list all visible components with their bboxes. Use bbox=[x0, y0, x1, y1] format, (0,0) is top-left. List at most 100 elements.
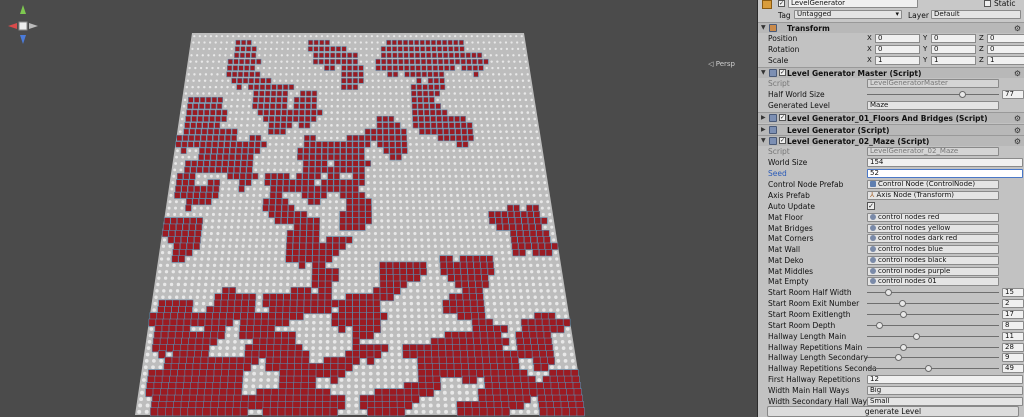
slider-thumb[interactable] bbox=[895, 354, 903, 362]
slider-value[interactable]: 8 bbox=[1002, 320, 1024, 330]
material-field[interactable]: control nodes dark red bbox=[867, 234, 999, 244]
transform-z-value[interactable]: 0 bbox=[987, 45, 1024, 54]
slider-thumb[interactable] bbox=[884, 289, 892, 296]
empty-node bbox=[478, 104, 481, 108]
material-field[interactable]: control nodes blue bbox=[867, 245, 999, 255]
transform-y-value[interactable]: 0 bbox=[931, 45, 976, 54]
static-checkbox[interactable] bbox=[984, 0, 991, 7]
slider-thumb[interactable] bbox=[924, 365, 932, 373]
empty-node bbox=[522, 123, 526, 127]
object-name-field[interactable]: LevelGenerator bbox=[788, 0, 918, 8]
empty-node bbox=[228, 238, 232, 242]
level-generator-header[interactable]: ▶ Level Generator (Script) ⚙ bbox=[758, 124, 1024, 135]
slider-value[interactable]: 2 bbox=[1002, 298, 1024, 308]
transform-z-field[interactable]: Z1 bbox=[979, 56, 1024, 65]
maze-floor-cell bbox=[506, 204, 514, 212]
gear-icon[interactable]: ⚙ bbox=[1014, 114, 1021, 123]
material-field[interactable]: control nodes black bbox=[867, 255, 999, 265]
persp-label[interactable]: ◁ Persp bbox=[708, 60, 735, 68]
empty-node bbox=[487, 130, 490, 134]
script-field[interactable]: LevelGeneratorMaster bbox=[867, 79, 999, 88]
slider-value[interactable]: 15 bbox=[1002, 288, 1024, 297]
transform-x-value[interactable]: 0 bbox=[875, 34, 920, 43]
slider-thumb[interactable] bbox=[900, 343, 908, 351]
layer-dropdown[interactable]: Default bbox=[931, 10, 1021, 19]
material-field[interactable]: control nodes purple bbox=[867, 266, 999, 276]
transform-y-value[interactable]: 1 bbox=[931, 56, 976, 65]
transform-x-field[interactable]: X1 bbox=[867, 56, 920, 65]
transform-x-field[interactable]: X0 bbox=[867, 34, 920, 43]
slider-thumb[interactable] bbox=[913, 332, 921, 340]
maze-floor-cell bbox=[397, 52, 404, 58]
transform-z-field[interactable]: Z0 bbox=[979, 34, 1024, 43]
material-field[interactable]: control nodes 01 bbox=[867, 277, 999, 287]
transform-y-field[interactable]: Y1 bbox=[923, 56, 976, 65]
slider-value[interactable]: 9 bbox=[1002, 353, 1024, 363]
slider-track[interactable] bbox=[867, 313, 999, 315]
half-world-slider[interactable] bbox=[867, 94, 999, 95]
gear-icon[interactable]: ⚙ bbox=[1014, 24, 1021, 33]
master-header[interactable]: ▼ ✓ Level Generator Master (Script) ⚙ bbox=[758, 67, 1024, 78]
floors-header[interactable]: ▶ ✓ Level Generator_01_Floors And Bridge… bbox=[758, 112, 1024, 123]
slider-value[interactable]: 11 bbox=[1002, 331, 1024, 341]
gear-icon[interactable]: ⚙ bbox=[1014, 137, 1021, 146]
slider-value[interactable]: 49 bbox=[1002, 364, 1024, 374]
scene-view[interactable]: ◁ Persp bbox=[0, 0, 757, 417]
first-hallway-field[interactable]: 12 bbox=[867, 375, 1023, 384]
slider-track[interactable] bbox=[867, 357, 999, 359]
empty-node bbox=[177, 276, 181, 280]
slider-value[interactable]: 28 bbox=[1002, 342, 1024, 352]
slider-track[interactable] bbox=[867, 346, 999, 348]
control-prefab-field[interactable]: Control Node (ControlNode) bbox=[867, 180, 999, 189]
empty-node bbox=[513, 149, 517, 153]
master-enabled-checkbox[interactable]: ✓ bbox=[779, 69, 786, 76]
gear-icon[interactable]: ⚙ bbox=[1014, 69, 1021, 78]
slider-track[interactable] bbox=[867, 335, 999, 337]
slider-value[interactable]: 17 bbox=[1002, 309, 1024, 319]
slider-row: Start Room Depth 8 bbox=[758, 320, 1024, 331]
empty-node bbox=[519, 149, 523, 153]
transform-x-value[interactable]: 1 bbox=[875, 56, 920, 65]
maze-enabled-checkbox[interactable]: ✓ bbox=[779, 137, 786, 144]
transform-y-field[interactable]: Y0 bbox=[923, 45, 976, 54]
generate-level-button[interactable]: generate Level bbox=[767, 406, 1019, 417]
slider-track[interactable] bbox=[867, 324, 999, 326]
width-main-dropdown[interactable]: Big bbox=[867, 386, 1023, 395]
transform-z-value[interactable]: 1 bbox=[987, 56, 1024, 65]
slider-thumb[interactable] bbox=[875, 321, 883, 329]
gear-icon[interactable]: ⚙ bbox=[1014, 126, 1021, 135]
half-world-value[interactable]: 77 bbox=[1002, 90, 1024, 99]
transform-x-value[interactable]: 0 bbox=[875, 45, 920, 54]
auto-update-checkbox[interactable]: ✓ bbox=[867, 202, 875, 210]
transform-y-value[interactable]: 0 bbox=[931, 34, 976, 43]
floors-enabled-checkbox[interactable]: ✓ bbox=[779, 114, 786, 121]
maze-header[interactable]: ▼ ✓ Level Generator_02_Maze (Script) ⚙ bbox=[758, 135, 1024, 146]
active-checkbox[interactable]: ✓ bbox=[778, 0, 785, 7]
slider-thumb[interactable] bbox=[900, 310, 908, 318]
seed-field[interactable]: 52 bbox=[867, 169, 1023, 178]
empty-node bbox=[239, 270, 243, 274]
world-size-field[interactable]: 154 bbox=[867, 158, 1023, 167]
maze-floor-cell bbox=[341, 77, 347, 84]
transform-y-field[interactable]: Y0 bbox=[923, 34, 976, 43]
maze-floor-cell bbox=[232, 65, 238, 71]
material-field[interactable]: control nodes yellow bbox=[867, 223, 999, 233]
maze-floor-cell bbox=[467, 268, 475, 276]
maze-render[interactable] bbox=[0, 0, 757, 417]
slider-track[interactable] bbox=[867, 368, 999, 370]
axis-prefab-field[interactable]: ⅄ Axis Node (Transform) bbox=[867, 191, 999, 200]
generated-level-dropdown[interactable]: Maze bbox=[867, 101, 999, 110]
material-field[interactable]: control nodes red bbox=[867, 213, 999, 222]
half-world-slider-thumb[interactable] bbox=[959, 91, 967, 98]
scene-gizmo[interactable] bbox=[0, 0, 46, 50]
slider-thumb[interactable] bbox=[899, 299, 906, 307]
tag-dropdown[interactable]: Untagged ▾ bbox=[794, 10, 902, 19]
width-secondary-dropdown[interactable]: Small bbox=[867, 397, 1023, 406]
maze-script-field[interactable]: LevelGenerator_02_Maze bbox=[867, 147, 999, 156]
slider-track[interactable] bbox=[867, 302, 999, 304]
transform-z-value[interactable]: 0 bbox=[987, 34, 1024, 43]
transform-header[interactable]: ▼ Transform ⚙ bbox=[758, 22, 1024, 33]
transform-z-field[interactable]: Z0 bbox=[979, 45, 1024, 54]
empty-node bbox=[472, 231, 476, 236]
transform-x-field[interactable]: X0 bbox=[867, 45, 920, 54]
